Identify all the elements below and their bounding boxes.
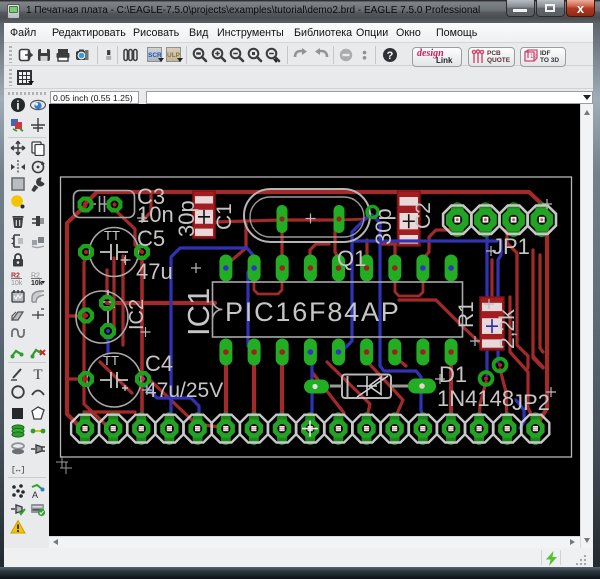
svg-text:C4: C4 xyxy=(145,351,173,376)
svg-text:47u: 47u xyxy=(136,259,173,284)
svg-text:C5: C5 xyxy=(137,226,165,251)
svg-text:JP1: JP1 xyxy=(492,234,530,259)
svg-text:10k: 10k xyxy=(11,280,23,287)
svg-text:[↔]: [↔] xyxy=(11,466,25,475)
svg-text:C2: C2 xyxy=(412,202,435,229)
svg-text:1N4148: 1N4148 xyxy=(437,386,514,411)
svg-text:30p: 30p xyxy=(371,208,396,245)
svg-text:Q1: Q1 xyxy=(337,246,366,271)
svg-text:i: i xyxy=(16,101,19,113)
svg-text:12: 12 xyxy=(530,54,537,60)
svg-text:PIC16F84AP: PIC16F84AP xyxy=(225,297,401,327)
svg-text:?: ? xyxy=(387,50,394,62)
svg-text:D1: D1 xyxy=(439,362,467,387)
svg-text:47u/25V: 47u/25V xyxy=(145,379,223,402)
svg-text:30p: 30p xyxy=(174,200,199,237)
svg-text:JP2: JP2 xyxy=(512,390,550,415)
svg-text:TT: TT xyxy=(103,353,119,368)
svg-text:2,2k: 2,2k xyxy=(496,309,519,349)
svg-text:R1: R1 xyxy=(455,301,478,328)
svg-text:IC2: IC2 xyxy=(126,299,148,330)
svg-text:C1: C1 xyxy=(213,203,236,230)
svg-text:IC1: IC1 xyxy=(181,288,216,336)
svg-text:A: A xyxy=(32,490,38,499)
svg-text:10k: 10k xyxy=(31,280,43,287)
svg-text:T: T xyxy=(33,367,42,381)
svg-text:TT: TT xyxy=(104,228,120,243)
